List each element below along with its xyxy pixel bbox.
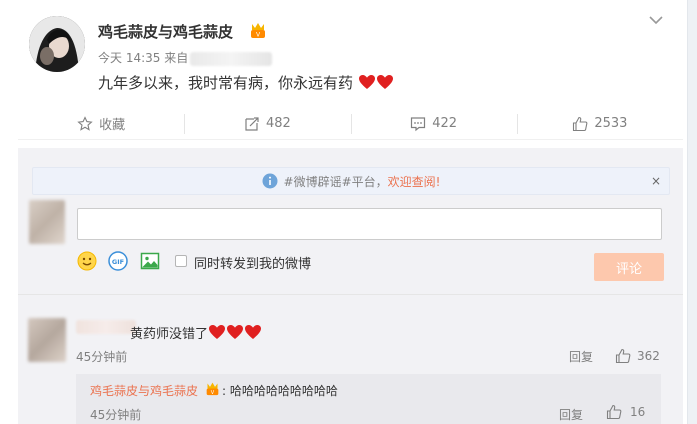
comment-count: 422	[432, 116, 458, 131]
repost-count: 482	[265, 116, 291, 131]
vip-badge-icon: V	[206, 382, 219, 396]
comment-time: 45分钟前	[76, 350, 128, 364]
thumbs-up-icon	[615, 348, 631, 364]
rumor-notice: #微博辟谣#平台， 欢迎查阅! ×	[32, 167, 670, 195]
comment-like-count: 362	[637, 349, 660, 363]
sub-reply-separator: :	[222, 384, 227, 398]
info-icon	[262, 173, 278, 189]
submit-comment-button[interactable]: 评论	[594, 253, 664, 281]
sub-reply-time: 45分钟前	[90, 408, 142, 422]
heart-emoji-icon	[376, 75, 393, 89]
current-user-avatar	[29, 200, 65, 244]
author-name[interactable]: 鸡毛蒜皮与鸡毛蒜皮	[98, 21, 233, 42]
comment-like-button[interactable]: 362	[615, 348, 660, 364]
repost-checkbox-label[interactable]: 同时转发到我的微博	[194, 253, 311, 272]
repost-checkbox[interactable]	[175, 255, 187, 267]
comment-icon	[411, 116, 426, 131]
image-icon[interactable]	[140, 251, 160, 271]
thumbs-up-icon	[606, 404, 622, 420]
heart-emoji-icon	[245, 325, 262, 339]
chevron-down-icon[interactable]	[648, 12, 664, 28]
gif-icon[interactable]: GIF	[108, 251, 128, 271]
notice-text: #微博辟谣#平台，	[283, 174, 388, 189]
reply-button[interactable]: 回复	[569, 348, 593, 365]
like-count: 2533	[594, 116, 628, 131]
sub-reply-author[interactable]: 鸡毛蒜皮与鸡毛蒜皮	[90, 382, 198, 399]
comment-button[interactable]: 422	[350, 108, 517, 139]
svg-text:V: V	[211, 390, 215, 396]
comment-input[interactable]	[77, 208, 662, 240]
post-source-prefix: 来自	[164, 51, 189, 65]
post-text-body: 九年多以来，我时常有病，你永远有药	[98, 74, 354, 92]
heart-emoji-icon	[227, 325, 244, 339]
svg-text:GIF: GIF	[112, 258, 124, 266]
like-button[interactable]: 2533	[516, 108, 683, 139]
notice-link[interactable]: 欢迎查阅!	[388, 173, 441, 190]
post-text: 九年多以来，我时常有病，你永远有药	[98, 72, 394, 93]
comment-panel: #微博辟谣#平台， 欢迎查阅! × GIF 同时转发到我的微博 评论 黄药师没错了…	[18, 148, 683, 424]
weibo-post: 鸡毛蒜皮与鸡毛蒜皮 V 今天 14:35 来自 九年多以来，我时常有病，你永远有…	[0, 0, 687, 110]
scrollbar-track[interactable]	[687, 0, 697, 424]
sub-reply-like-count: 16	[630, 405, 646, 419]
post-source-redacted	[190, 51, 273, 66]
commenter-name-redacted	[76, 320, 136, 334]
author-avatar[interactable]	[29, 16, 85, 72]
divider	[18, 294, 683, 295]
sub-reply-reply-button[interactable]: 回复	[559, 406, 583, 423]
repost-button[interactable]: 482	[184, 108, 350, 139]
commenter-avatar[interactable]	[28, 318, 66, 362]
close-icon[interactable]: ×	[651, 174, 661, 188]
favorite-label: 收藏	[99, 118, 126, 133]
favorite-button[interactable]: 收藏	[18, 108, 184, 139]
post-meta: 今天 14:35 来自	[98, 49, 273, 66]
comment-text: 黄药师没错了	[130, 323, 262, 342]
vip-badge-icon: V	[251, 23, 265, 39]
sub-reply-body: 哈哈哈哈哈哈哈哈哈	[229, 384, 338, 398]
star-icon	[77, 115, 93, 131]
sub-reply-text: : 哈哈哈哈哈哈哈哈哈	[222, 382, 338, 399]
heart-emoji-icon	[358, 75, 375, 89]
sub-reply: 鸡毛蒜皮与鸡毛蒜皮 V : 哈哈哈哈哈哈哈哈哈 45分钟前 回复 16	[76, 374, 661, 424]
post-action-bar: 收藏 482 422 2533	[18, 108, 683, 140]
post-time[interactable]: 今天 14:35	[98, 51, 160, 65]
repost-icon	[245, 116, 259, 131]
comment-text-body: 黄药师没错了	[130, 327, 209, 342]
emoji-icon[interactable]	[77, 251, 97, 271]
thumbs-up-icon	[573, 116, 588, 131]
heart-emoji-icon	[209, 325, 226, 339]
sub-reply-like-button[interactable]: 16	[606, 404, 645, 420]
